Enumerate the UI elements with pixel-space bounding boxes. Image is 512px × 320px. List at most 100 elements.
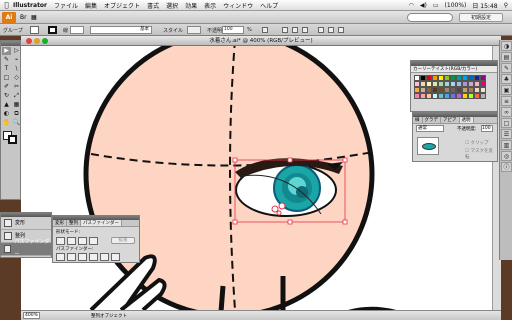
bridge-icon[interactable]: Br [20,12,29,23]
merge-icon[interactable] [78,253,87,261]
opacity-input[interactable]: 100 [222,26,244,34]
type-tool-icon[interactable]: T [2,65,11,73]
symbols-panel-icon[interactable]: ♣ [501,74,512,84]
direct-selection-tool-icon[interactable]: ▷ [12,47,21,55]
tab-appearance[interactable]: アピア [441,117,460,123]
expand-button[interactable]: 拡張 [111,237,135,244]
pencil-tool-icon[interactable]: ✐ [2,83,11,91]
pathfinder-panel: 変形 整列 パスファインダー 形状モード: 拡張 パスファインダー: [52,215,140,263]
artboard-tool-icon[interactable]: ⧉ [12,110,21,118]
menu-effect[interactable]: 効果 [185,1,197,10]
swatch-cell[interactable] [480,93,486,99]
menu-file[interactable]: ファイル [54,1,78,10]
menu-select[interactable]: 選択 [166,1,178,10]
selection-tool-icon[interactable]: ▶ [2,47,11,55]
object-thumbnail[interactable] [417,137,439,155]
trim-icon[interactable] [67,253,76,261]
align-top-icon[interactable] [318,27,324,33]
menu-object[interactable]: オブジェクト [104,1,140,10]
stroke-color-icon[interactable] [8,135,17,144]
tab-gradient[interactable]: グラデ [423,117,441,123]
minimize-button[interactable] [34,38,40,44]
invert-mask-checkbox[interactable]: ☐ マスクを反転 [465,148,497,160]
spotlight-icon[interactable]: ⚲ [504,2,508,9]
layers-panel-icon[interactable]: ≡ [501,96,512,106]
pathfinder-buttons [56,253,122,261]
divide-icon[interactable] [56,253,65,261]
zoom-field[interactable]: 400% [23,312,40,319]
rotate-tool-icon[interactable]: ↻ [2,92,11,100]
lasso-tool-icon[interactable]: ⌁ [12,56,21,64]
minus-back-icon[interactable] [111,253,120,261]
align-left-icon[interactable] [282,27,288,33]
stroke-panel-icon[interactable]: ☰ [501,129,512,139]
workspace-switcher[interactable]: 初期設定 [459,13,503,22]
scale-tool-icon[interactable]: ⤢ [12,92,21,100]
line-tool-icon[interactable]: \ [12,65,21,73]
intersect-icon[interactable] [78,237,87,245]
tab-stroke[interactable]: 線 [413,117,423,123]
align-right-icon[interactable] [302,27,308,33]
status-info[interactable]: 整列オブジェクト [91,313,127,319]
apple-icon[interactable]:  [0,1,13,9]
align-middle-icon[interactable] [328,27,334,33]
search-field[interactable] [407,13,453,22]
close-button[interactable] [26,38,32,44]
transparency-opacity-input[interactable]: 100 [481,125,493,132]
scissors-tool-icon[interactable]: ✂ [12,83,21,91]
stroke-swatch[interactable] [48,26,57,34]
swatches-panel-title[interactable]: カーリーテイスト(RGB/カラー) [411,66,497,73]
tab-transform[interactable]: 変形 [53,220,67,226]
tab-transparency[interactable]: 透明 [459,117,474,123]
menu-type[interactable]: 書式 [147,1,159,10]
magic-wand-tool-icon[interactable]: ✎ [2,56,11,64]
zoom-button[interactable] [42,38,48,44]
color-guide-icon[interactable]: ▤ [501,52,512,62]
gradient-panel-icon[interactable]: ▥ [501,140,512,150]
menu-edit[interactable]: 編集 [85,1,97,10]
stroke-weight-dropdown[interactable] [70,26,84,34]
unite-icon[interactable] [56,237,65,245]
tab-pathfinder[interactable]: パスファインダー [81,220,122,226]
align-bottom-icon[interactable] [338,27,344,33]
menu-app-name[interactable]: Illustrator [13,2,47,9]
panel-item-transform[interactable]: 変形 [1,217,51,230]
style-dropdown[interactable] [187,26,201,34]
brushes-panel-icon[interactable]: ✎ [501,63,512,73]
blend-mode-dropdown[interactable]: 通常 [416,125,444,132]
recolor-icon[interactable] [262,27,268,33]
brush-dropdown[interactable]: 基本 [90,26,152,34]
clip-checkbox[interactable]: ☐ クリップ [465,140,488,146]
clock[interactable]: 日 15:48 [472,1,497,10]
color-panel-icon[interactable]: ◑ [501,41,512,51]
minus-front-icon[interactable] [67,237,76,245]
pathfinders-label: パスファインダー: [56,247,94,252]
menu-window[interactable]: ウィンドウ [223,1,253,10]
menu-view[interactable]: 表示 [204,1,216,10]
stock-icon[interactable]: ▦ [31,12,40,23]
outline-icon[interactable] [100,253,109,261]
menu-help[interactable]: ヘルプ [260,1,278,10]
exclude-icon[interactable] [89,237,98,245]
rectangle-tool-icon[interactable]: □ [2,74,11,82]
pen-tool-icon[interactable]: ◇ [12,74,21,82]
appearance-panel-icon[interactable]: ◎ [501,151,512,161]
battery-icon[interactable]: ▭ [433,2,439,9]
panel-item-pathfinder[interactable]: パスファインダー [1,239,51,258]
align-center-icon[interactable] [292,27,298,33]
gradient-tool-icon[interactable]: ▦ [12,101,21,109]
artboards-panel-icon[interactable]: □ [501,118,512,128]
crop-icon[interactable] [89,253,98,261]
eyedropper-tool-icon[interactable]: ◐ [2,110,11,118]
zoom-tool-icon[interactable]: 🔍 [12,119,21,127]
hand-tool-icon[interactable]: ✋ [2,119,11,127]
tab-align[interactable]: 整列 [67,220,81,226]
info-panel-icon[interactable]: ⓘ [501,162,512,172]
volume-icon[interactable]: ◀) [420,2,427,9]
shape-builder-tool-icon[interactable]: ▲ [2,101,11,109]
links-panel-icon[interactable]: ∞ [501,107,512,117]
eye-thumbnail-icon [422,143,436,150]
graphic-styles-icon[interactable]: ▣ [501,85,512,95]
fill-swatch[interactable] [30,26,39,34]
wifi-icon[interactable]: ◠ [409,2,414,9]
